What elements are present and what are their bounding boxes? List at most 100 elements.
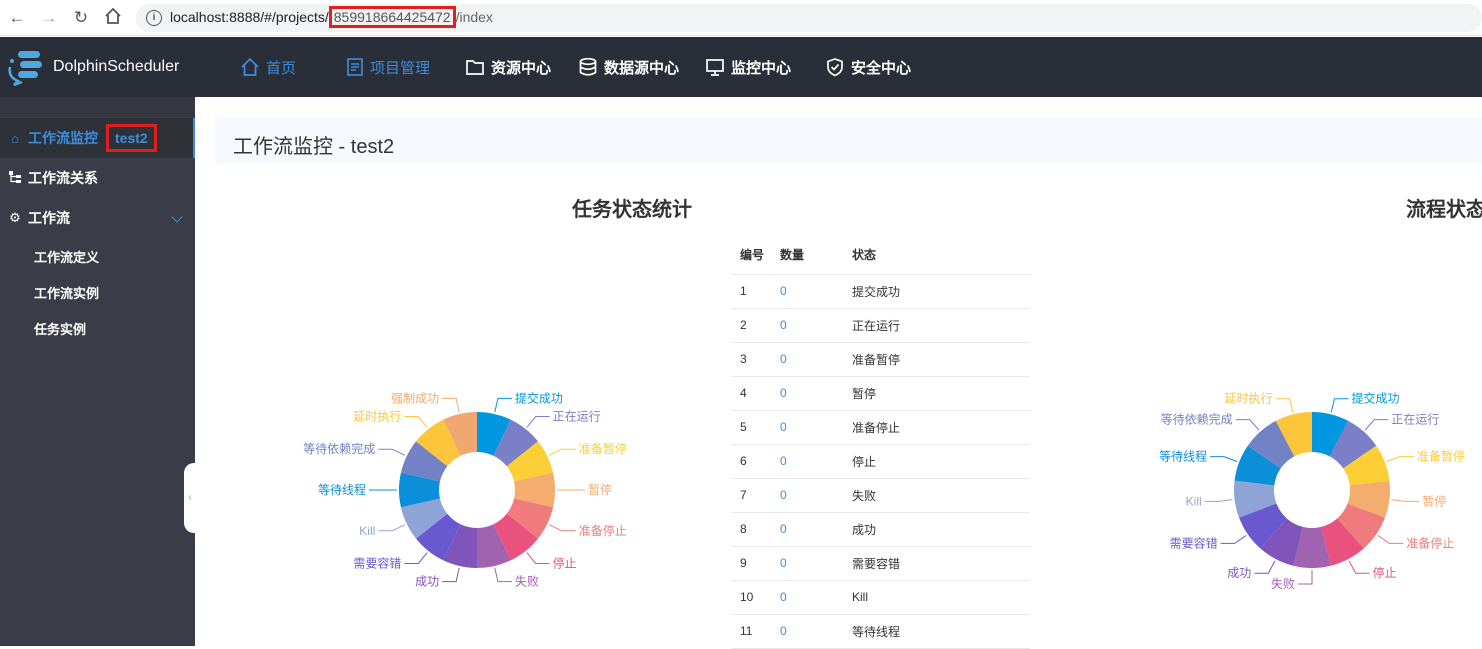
nav-resource[interactable]: 资源中心 [465, 37, 551, 97]
task-label-1: 正在运行 [553, 410, 601, 424]
cell-count[interactable]: 0 [772, 410, 844, 445]
process-label-12: 延时执行 [1224, 392, 1272, 406]
process-leader-5 [1348, 560, 1370, 574]
sidebar-item-workflow-monitor[interactable]: ⌂ 工作流监控 test2 [0, 118, 195, 158]
cell-count[interactable]: 0 [772, 274, 844, 309]
cell-count[interactable]: 0 [772, 614, 844, 649]
nav-home[interactable]: 首页 [240, 37, 296, 97]
cell-id: 9 [732, 546, 772, 581]
process-leader-2 [1386, 456, 1414, 463]
sidebar-item-label: 工作流 [28, 210, 70, 226]
table-row: 3 0 准备暂停 [732, 342, 1030, 377]
sidebar-item-workflow-relation[interactable]: 工作流关系 [0, 158, 195, 198]
cell-id: 10 [732, 580, 772, 615]
info-icon[interactable]: i [146, 10, 162, 26]
nav-home-label: 首页 [266, 59, 297, 77]
cell-count[interactable]: 0 [772, 478, 844, 513]
sidebar-item-workflow-instance[interactable]: 工作流实例 [34, 283, 99, 302]
brand-name: DolphinScheduler [53, 58, 180, 75]
cell-count[interactable]: 0 [772, 308, 844, 343]
process-label-8: 需要容错 [1170, 535, 1218, 550]
table-row: 5 0 准备停止 [732, 410, 1030, 445]
task-leader-1 [526, 416, 550, 428]
column-header-count: 数量 [772, 236, 844, 275]
cell-count[interactable]: 0 [772, 444, 844, 479]
shield-icon [827, 58, 843, 77]
table-row: 8 0 成功 [732, 512, 1030, 547]
table-row: 7 0 失败 [732, 478, 1030, 513]
task-label-12: 延时执行 [353, 410, 401, 424]
table-row: 6 0 停止 [732, 444, 1030, 479]
cell-state: 准备暂停 [844, 342, 1030, 377]
nav-project[interactable]: 项目管理 [346, 37, 430, 97]
cell-count[interactable]: 0 [772, 546, 844, 581]
task-state-table: 编号 数量 状态 1 0 提交成功 2 0 正在运行 3 0 准备暂停 4 0 暂停 5 0 准备停止 6 0 停… [732, 236, 1030, 649]
task-leader-5 [526, 552, 550, 564]
dolphinscheduler-logo [8, 51, 42, 87]
sidebar-item-workflow-definition[interactable]: 工作流定义 [34, 247, 99, 266]
cell-id: 5 [732, 410, 772, 445]
process-leader-3 [1391, 499, 1420, 502]
task-leader-0 [494, 397, 512, 413]
sidebar-collapse-handle[interactable]: ‹ [184, 463, 196, 533]
cell-state: 暂停 [844, 376, 1030, 411]
process-leader-8 [1220, 535, 1247, 544]
process-label-6: 失败 [1271, 576, 1295, 591]
cell-id: 3 [732, 342, 772, 377]
process-label-0: 提交成功 [1351, 391, 1399, 406]
table-row: 9 0 需要容错 [732, 546, 1030, 581]
cell-state: 停止 [844, 444, 1030, 479]
process-label-5: 停止 [1373, 565, 1397, 580]
task-label-8: 需要容错 [353, 555, 401, 570]
process-leader-0 [1330, 398, 1349, 413]
task-leader-6 [494, 567, 512, 583]
cell-state: 失败 [844, 478, 1030, 513]
column-header-id: 编号 [732, 236, 772, 275]
back-arrow-icon[interactable]: ← [6, 7, 28, 29]
sidebar-item-workflow[interactable]: ⚙ 工作流 [0, 198, 195, 238]
task-label-7: 成功 [415, 575, 439, 589]
table-row: 10 0 Kill [732, 580, 1030, 615]
task-label-6: 失败 [515, 574, 539, 589]
cell-count[interactable]: 0 [772, 342, 844, 377]
task-leader-8 [404, 552, 428, 564]
cell-id: 8 [732, 512, 772, 547]
home-icon [241, 57, 259, 76]
process-leader-9 [1204, 499, 1233, 502]
cell-state: Kill [844, 580, 1030, 615]
address-bar[interactable]: i localhost:8888/#/projects/859918664425… [136, 4, 1482, 32]
forward-arrow-icon[interactable]: → [38, 7, 60, 29]
table-row: 1 0 提交成功 [732, 274, 1030, 309]
task-leader-4 [548, 524, 576, 532]
cell-count[interactable]: 0 [772, 376, 844, 411]
process-label-4: 准备停止 [1406, 535, 1454, 550]
folder-icon [466, 60, 484, 75]
task-label-10: 等待线程 [318, 482, 366, 497]
process-section-title: 流程状态统计 [1406, 199, 1482, 221]
task-leader-7 [442, 567, 460, 583]
cell-state: 准备停止 [844, 410, 1030, 445]
task-label-4: 准备停止 [579, 523, 627, 538]
task-label-11: 等待依赖完成 [303, 441, 375, 456]
process-leader-7 [1254, 560, 1276, 574]
cell-id: 7 [732, 478, 772, 513]
sidebar-item-label: 工作流关系 [28, 170, 98, 186]
home-browser-icon[interactable] [102, 7, 124, 29]
cell-state: 提交成功 [844, 274, 1030, 309]
process-leader-12 [1275, 398, 1294, 413]
project-name-badge: test2 [106, 124, 157, 152]
chevron-down-icon [171, 211, 183, 223]
table-row: 2 0 正在运行 [732, 308, 1030, 343]
nav-security[interactable]: 安全中心 [825, 37, 911, 97]
cell-state: 需要容错 [844, 546, 1030, 581]
sidebar-item-task-instance[interactable]: 任务实例 [34, 319, 86, 338]
nav-monitor[interactable]: 监控中心 [705, 37, 791, 97]
nav-datasource[interactable]: 数据源中心 [578, 37, 679, 97]
nav-project-label: 项目管理 [370, 59, 431, 77]
cell-count[interactable]: 0 [772, 512, 844, 547]
cell-id: 1 [732, 274, 772, 309]
cell-id: 4 [732, 376, 772, 411]
reload-icon[interactable]: ↻ [70, 7, 92, 29]
cell-count[interactable]: 0 [772, 580, 844, 615]
nav-resource-label: 资源中心 [491, 59, 552, 77]
